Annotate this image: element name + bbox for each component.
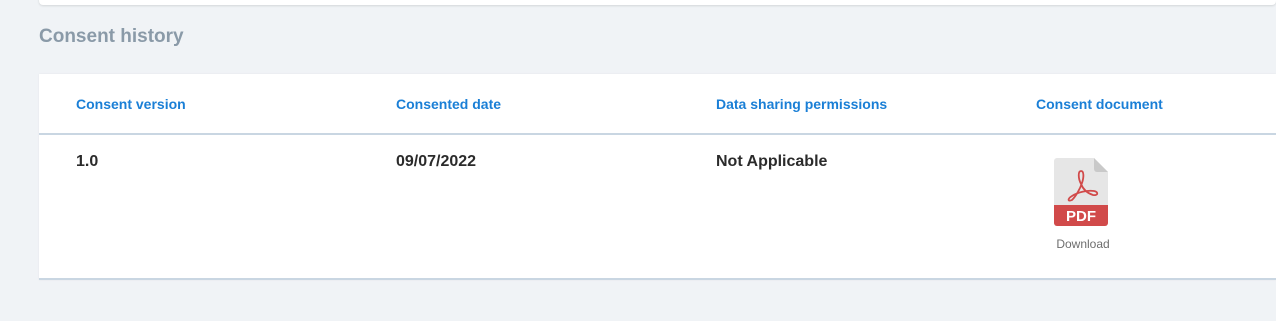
column-header-consent-version[interactable]: Consent version xyxy=(76,96,186,112)
section-title: Consent history xyxy=(39,26,184,47)
cell-consented-date: 09/07/2022 xyxy=(396,153,477,170)
table-header: Consent version Consented date Data shar… xyxy=(39,74,1276,135)
column-header-consented-date[interactable]: Consented date xyxy=(396,96,501,112)
pdf-badge-text: PDF xyxy=(1066,208,1096,225)
download-label[interactable]: Download xyxy=(1049,237,1117,251)
column-header-consent-document[interactable]: Consent document xyxy=(1036,96,1163,112)
page: Consent history Consent version Consente… xyxy=(0,0,1276,321)
column-header-data-sharing-permissions[interactable]: Data sharing permissions xyxy=(716,96,887,112)
download-consent-document-link[interactable]: PDF Download xyxy=(1049,158,1117,254)
cell-data-sharing-permissions: Not Applicable xyxy=(716,153,828,170)
cell-consent-version: 1.0 xyxy=(76,153,99,170)
previous-card-edge xyxy=(39,0,1276,5)
consent-history-table: Consent version Consented date Data shar… xyxy=(39,74,1276,280)
pdf-file-icon: PDF xyxy=(1054,158,1108,226)
